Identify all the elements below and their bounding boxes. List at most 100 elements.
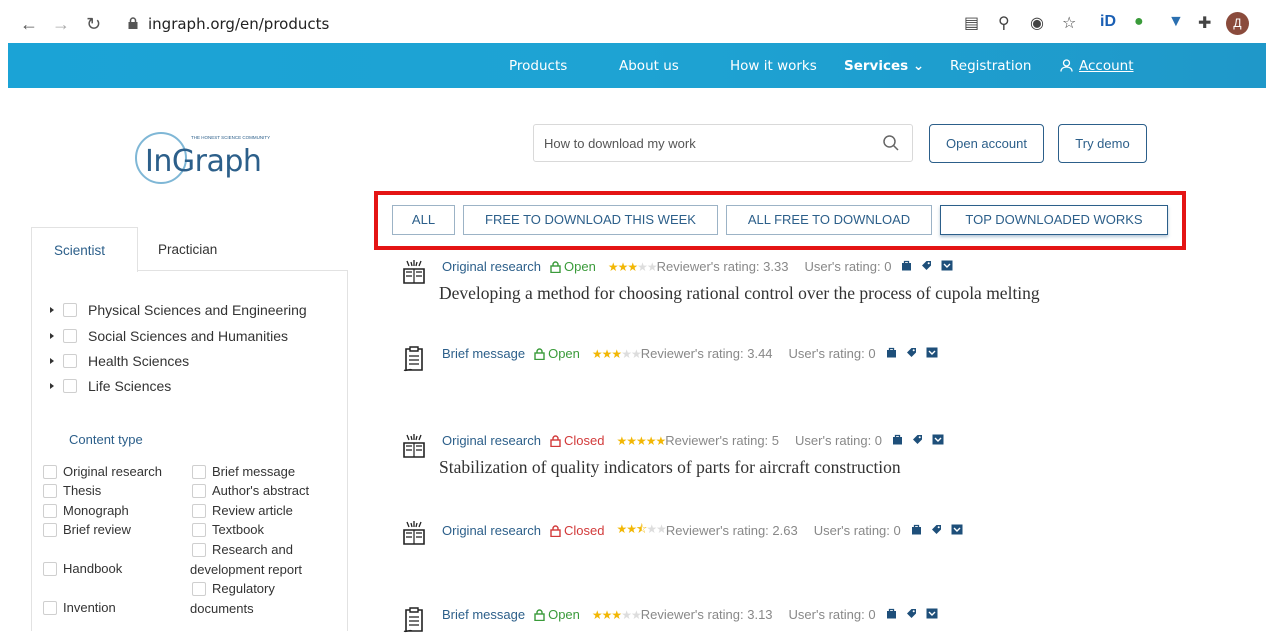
original-research-icon <box>402 259 426 285</box>
checkbox-handbook[interactable] <box>43 562 57 576</box>
download-box-icon[interactable] <box>926 607 938 622</box>
result-title[interactable]: Stabilization of quality indicators of p… <box>439 457 901 478</box>
sidebar-panel: Physical Sciences and Engineering Social… <box>31 271 348 631</box>
reviewer-rating: Reviewer's rating: 5 <box>665 433 780 448</box>
nav-account-label: Account <box>1079 58 1134 74</box>
tree-item-social[interactable]: Social Sciences and Humanities <box>50 328 288 344</box>
bag-icon[interactable] <box>886 607 897 622</box>
tab-all-free[interactable]: ALL FREE TO DOWNLOAD <box>726 205 932 235</box>
forward-icon[interactable]: → <box>52 13 70 35</box>
search-icon[interactable] <box>882 134 900 152</box>
result-type[interactable]: Brief message <box>442 607 525 622</box>
tree-item-health[interactable]: Health Sciences <box>50 353 189 369</box>
ct-regulatory: Regulatory documents <box>190 581 275 616</box>
bag-icon[interactable] <box>892 433 903 448</box>
nav-products[interactable]: Products <box>509 58 567 74</box>
open-account-button[interactable]: Open account <box>929 124 1044 163</box>
download-box-icon[interactable] <box>926 346 938 361</box>
result-meta: Brief message Open ★★★★★ Reviewer's rating:… <box>442 346 947 361</box>
tree-item-life[interactable]: Life Sciences <box>50 378 171 394</box>
download-box-icon[interactable] <box>932 433 944 448</box>
tab-practician[interactable]: Practician <box>158 242 217 257</box>
expand-arrow-icon[interactable] <box>50 358 54 364</box>
access-label: Open <box>564 259 596 274</box>
result-type[interactable]: Original research <box>442 523 541 538</box>
checkbox-brief-message[interactable] <box>192 465 206 479</box>
checkbox-invention[interactable] <box>43 601 57 615</box>
nav-account[interactable]: Account <box>1060 58 1134 74</box>
try-demo-button[interactable]: Try demo <box>1058 124 1147 163</box>
extension-green-icon[interactable]: ● <box>1134 13 1144 31</box>
download-box-icon[interactable] <box>941 259 953 274</box>
tag-icon[interactable] <box>931 523 942 538</box>
checkbox[interactable] <box>63 379 77 393</box>
brief-message-icon <box>402 607 426 633</box>
rating-stars-icon: ★★★★★ <box>616 433 666 448</box>
translate-icon[interactable]: ▤ <box>964 13 979 33</box>
access-status: Closed <box>550 523 604 538</box>
bookmark-star-icon[interactable]: ☆ <box>1062 13 1076 33</box>
rating-stars-icon: ★★★★★ <box>607 259 658 274</box>
expand-arrow-icon[interactable] <box>50 333 54 339</box>
search-input[interactable]: How to download my work <box>533 124 913 162</box>
checkbox-thesis[interactable] <box>43 484 57 498</box>
nav-about[interactable]: About us <box>619 58 679 74</box>
checkbox[interactable] <box>63 329 77 343</box>
reviewer-rating: Reviewer's rating: 3.13 <box>640 607 773 622</box>
result-title[interactable]: Developing a method for choosing rationa… <box>439 283 1040 304</box>
tab-free-this-week[interactable]: FREE TO DOWNLOAD THIS WEEK <box>463 205 718 235</box>
reload-icon[interactable]: ↻ <box>86 13 101 35</box>
download-box-icon[interactable] <box>951 523 963 538</box>
ingraph-logo[interactable]: THE HONEST SCIENCE COMMUNITY InGraph <box>135 132 285 184</box>
expand-arrow-icon[interactable] <box>50 383 54 389</box>
ct-rd-report: Research and development report <box>190 542 303 577</box>
tab-all[interactable]: ALL <box>392 205 455 235</box>
checkbox-brief-review[interactable] <box>43 523 57 537</box>
reviewer-rating: Reviewer's rating: 2.63 <box>665 523 798 538</box>
user-rating: User's rating: 0 <box>795 433 883 448</box>
eye-off-icon[interactable]: ◉ <box>1030 13 1044 33</box>
shield-extension-icon[interactable]: ▼ <box>1168 13 1184 31</box>
site-navbar: Products About us How it works Services … <box>8 43 1266 88</box>
checkbox-authors-abstract[interactable] <box>192 484 206 498</box>
search-value: How to download my work <box>544 136 696 151</box>
profile-avatar[interactable]: Д <box>1226 12 1249 35</box>
user-icon <box>1060 59 1073 72</box>
ct-invention: Invention <box>63 600 116 615</box>
result-type[interactable]: Original research <box>442 259 541 274</box>
checkbox[interactable] <box>63 303 77 317</box>
tag-icon[interactable] <box>906 346 917 361</box>
lock-icon <box>534 608 545 621</box>
bag-icon[interactable] <box>911 523 922 538</box>
checkbox-monograph[interactable] <box>43 504 57 518</box>
nav-how-it-works[interactable]: How it works <box>730 58 817 74</box>
result-meta: Original research Closed ★★★★★ Reviewer's r… <box>442 433 953 448</box>
expand-arrow-icon[interactable] <box>50 307 54 313</box>
checkbox[interactable] <box>63 354 77 368</box>
bag-icon[interactable] <box>886 346 897 361</box>
nav-registration[interactable]: Registration <box>950 58 1031 74</box>
checkbox-review-article[interactable] <box>192 504 206 518</box>
checkbox-original-research[interactable] <box>43 465 57 479</box>
nav-services[interactable]: Services ⌄ <box>844 58 924 74</box>
puzzle-icon[interactable]: ✚ <box>1198 13 1211 33</box>
tag-icon[interactable] <box>912 433 923 448</box>
zoom-icon[interactable]: ⚲ <box>998 13 1010 33</box>
tab-top-downloaded[interactable]: TOP DOWNLOADED WORKS <box>940 205 1168 235</box>
tree-item-physical[interactable]: Physical Sciences and Engineering <box>50 302 307 318</box>
tag-icon[interactable] <box>921 259 932 274</box>
ct-thesis: Thesis <box>63 483 102 498</box>
logo-text: InGraph <box>145 144 262 179</box>
rating-stars-icon: ★★★★★ <box>591 346 642 361</box>
lock-icon <box>534 347 545 360</box>
result-type[interactable]: Brief message <box>442 346 525 361</box>
rating-stars-icon: ★★⯪★★ <box>616 522 666 536</box>
id-extension-icon[interactable]: iD <box>1100 13 1116 31</box>
checkbox-textbook[interactable] <box>192 523 206 537</box>
bag-icon[interactable] <box>901 259 912 274</box>
back-icon[interactable]: ← <box>20 13 38 35</box>
user-rating: User's rating: 0 <box>804 259 892 274</box>
original-research-icon <box>402 520 426 546</box>
tag-icon[interactable] <box>906 607 917 622</box>
result-type[interactable]: Original research <box>442 433 541 448</box>
